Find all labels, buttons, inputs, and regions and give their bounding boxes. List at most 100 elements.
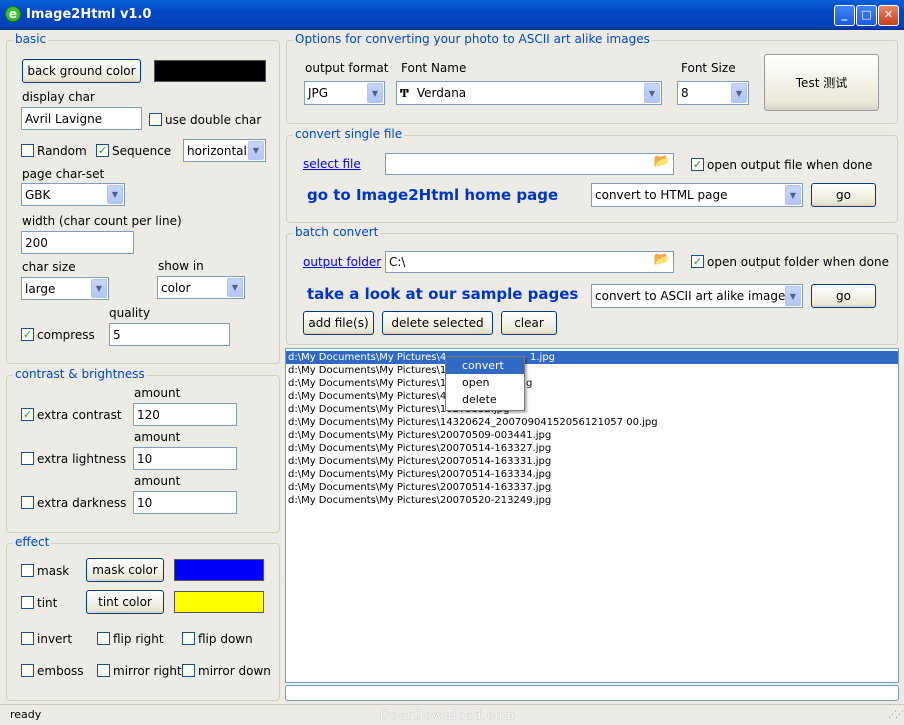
single-go-button[interactable]: go [811, 183, 876, 207]
direction-select[interactable]: horizontal ▼ [183, 139, 266, 162]
extra-darkness-value: 10 [137, 495, 153, 510]
extra-lightness-input[interactable]: 10▲▼ [133, 447, 237, 470]
file-list-item[interactable]: d:\My Documents\My Pictures\20070514-163… [286, 455, 898, 468]
chevron-down-icon[interactable]: ▼ [731, 83, 747, 103]
extra-darkness-checkbox[interactable] [21, 496, 34, 509]
chevron-down-icon[interactable]: ▼ [107, 185, 123, 204]
file-list-item[interactable]: d:\My Documents\My Pictures\46 [286, 390, 898, 403]
resize-grip-icon[interactable]: ⋰⋰ [888, 710, 904, 720]
flip-down-checkbox[interactable] [182, 632, 195, 645]
extra-contrast-input[interactable]: 120▲▼ [133, 403, 237, 426]
watermark: GearDownload.com [380, 708, 516, 722]
file-list-item[interactable]: d:\My Documents\My Pictures\12 g [286, 377, 898, 390]
context-menu-convert[interactable]: convert [446, 357, 524, 374]
file-list-item[interactable]: d:\My Documents\My Pictures\20070514-163… [286, 442, 898, 455]
chevron-down-icon[interactable]: ▼ [227, 278, 243, 297]
chevron-down-icon[interactable]: ▼ [785, 286, 801, 306]
file-list-item[interactable]: d:\My Documents\My Pictures\14320624_200… [286, 416, 898, 429]
output-format-select[interactable]: JPG ▼ [304, 81, 385, 105]
context-menu-open[interactable]: open [446, 374, 524, 391]
contrast-title: contrast & brightness [13, 367, 147, 381]
folder-open-icon[interactable]: 📂 [652, 154, 672, 174]
tint-checkbox[interactable] [21, 596, 34, 609]
chevron-down-icon[interactable]: ▼ [644, 83, 660, 103]
extra-lightness-checkbox[interactable] [21, 452, 34, 465]
charset-select[interactable]: GBK ▼ [21, 183, 125, 206]
background-color-button[interactable]: back ground color [22, 59, 141, 83]
folder-open-icon[interactable]: 📂 [652, 252, 672, 272]
basic-title: basic [13, 32, 49, 46]
clear-button[interactable]: clear [501, 311, 557, 335]
file-list-item[interactable]: d:\My Documents\My Pictures\20070509-003… [286, 429, 898, 442]
compress-checkbox[interactable]: ✓ [21, 328, 34, 341]
extra-contrast-checkbox[interactable]: ✓ [21, 408, 34, 421]
file-path: d:\My Documents\My Pictures\20070514-163… [288, 443, 552, 454]
batch-mode-value: convert to ASCII art alike image [595, 289, 786, 303]
context-menu-delete[interactable]: delete [446, 391, 524, 408]
file-list-item[interactable]: d:\My Documents\My Pictures\20070514-163… [286, 481, 898, 494]
extra-darkness-input[interactable]: 10▲▼ [133, 491, 237, 514]
random-checkbox[interactable] [21, 144, 34, 157]
batch-go-button[interactable]: go [811, 284, 876, 308]
home-page-link[interactable]: go to Image2Html home page [307, 186, 558, 204]
single-mode-select[interactable]: convert to HTML page ▼ [591, 183, 803, 207]
mirror-right-checkbox[interactable] [97, 664, 110, 677]
file-path: d:\My Documents\My Pictures\4 [288, 352, 447, 363]
background-color-swatch[interactable] [154, 60, 266, 82]
file-list-item[interactable]: d:\My Documents\My Pictures\4 1.jpg [286, 351, 898, 364]
extra-lightness-label: extra lightness [37, 452, 127, 466]
chevron-down-icon[interactable]: ▼ [367, 83, 383, 103]
tint-color-button[interactable]: tint color [86, 590, 164, 614]
test-button[interactable]: Test 测试 [764, 54, 879, 111]
sequence-label: Sequence [112, 144, 172, 158]
chevron-down-icon[interactable]: ▼ [785, 185, 801, 205]
invert-checkbox[interactable] [21, 632, 34, 645]
mask-color-button[interactable]: mask color [86, 558, 164, 582]
use-double-char-checkbox[interactable] [149, 113, 162, 126]
flip-down-label: flip down [198, 632, 253, 646]
extra-lightness-value: 10 [137, 451, 153, 466]
mask-checkbox[interactable] [21, 564, 34, 577]
show-in-value: color [161, 280, 191, 295]
file-list-item[interactable]: d:\My Documents\My Pictures\20070514-163… [286, 468, 898, 481]
chevron-down-icon[interactable]: ▼ [248, 141, 264, 160]
show-in-select[interactable]: color ▼ [157, 276, 245, 299]
quality-input[interactable]: 5▲▼ [109, 323, 230, 346]
display-char-input[interactable]: Avril Lavigne [21, 107, 142, 130]
width-input[interactable]: 200▲▼ [21, 231, 134, 254]
tint-color-swatch[interactable] [174, 591, 264, 613]
file-list-item[interactable]: d:\My Documents\My Pictures\10273332.jpg [286, 403, 898, 416]
font-name-select[interactable]: Ͳ Verdana ▼ [396, 81, 662, 105]
open-folder-checkbox[interactable]: ✓ [691, 255, 704, 268]
status-bar: ready GearDownload.com ⋰⋰ [0, 704, 904, 725]
emboss-checkbox[interactable] [21, 664, 34, 677]
flip-right-checkbox[interactable] [97, 632, 110, 645]
mask-color-swatch[interactable] [174, 559, 264, 581]
file-list-item[interactable]: d:\My Documents\My Pictures\10 [286, 364, 898, 377]
delete-selected-button[interactable]: delete selected [382, 311, 493, 335]
single-file-input[interactable] [385, 153, 674, 175]
output-folder-input[interactable]: C:\ [385, 251, 674, 273]
open-when-done-checkbox[interactable]: ✓ [691, 158, 704, 171]
minimize-button[interactable]: _ [834, 5, 855, 26]
maximize-button[interactable]: □ [856, 5, 877, 26]
context-menu-label: open [462, 376, 490, 389]
add-files-button[interactable]: add file(s) [303, 311, 374, 335]
close-button[interactable]: ✕ [878, 5, 899, 26]
file-list-item[interactable]: d:\My Documents\My Pictures\20070520-213… [286, 494, 898, 507]
sample-pages-link[interactable]: take a look at our sample pages [307, 285, 578, 303]
output-folder-link[interactable]: output folder [303, 255, 381, 269]
chevron-down-icon[interactable]: ▼ [91, 279, 107, 298]
mirror-down-checkbox[interactable] [182, 664, 195, 677]
file-path-suffix: g [526, 378, 533, 389]
batch-mode-select[interactable]: convert to ASCII art alike image ▼ [591, 284, 803, 308]
select-file-link[interactable]: select file [303, 157, 361, 171]
file-path: d:\My Documents\My Pictures\14320624_200… [288, 417, 658, 428]
char-size-select[interactable]: large ▼ [21, 277, 109, 300]
file-list[interactable]: d:\My Documents\My Pictures\4 1.jpg d:\My … [285, 348, 899, 683]
sequence-checkbox[interactable]: ✓ [96, 144, 109, 157]
options-title: Options for converting your photo to ASC… [293, 32, 652, 46]
batch-title: batch convert [293, 225, 381, 239]
font-size-select[interactable]: 8 ▼ [677, 81, 749, 105]
output-format-value: JPG [308, 86, 329, 100]
